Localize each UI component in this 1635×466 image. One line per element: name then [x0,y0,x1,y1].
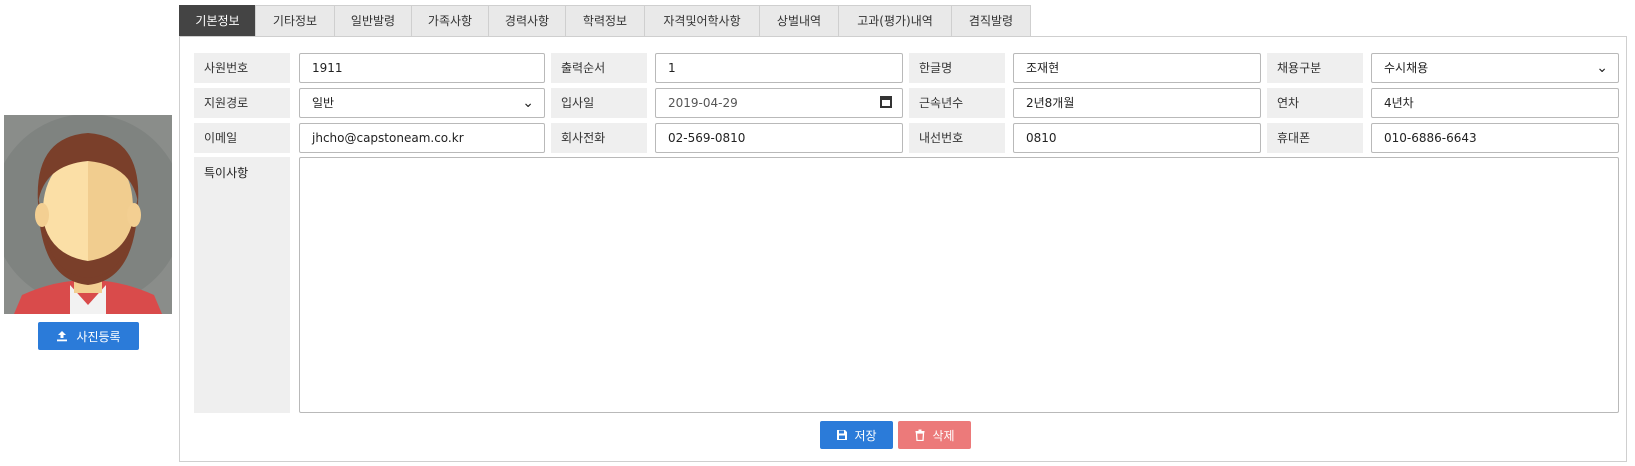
mobile-input[interactable]: 010-6886-6643 [1371,123,1619,153]
tab-concurrent-appointment[interactable]: 겸직발령 [951,5,1031,36]
kor-name-label: 한글명 [909,53,1005,83]
extension-input[interactable]: 0810 [1013,123,1261,153]
print-order-input[interactable]: 1 [655,53,903,83]
delete-button[interactable]: 삭제 [898,421,971,449]
tab-certification-language[interactable]: 자격및어학사항 [644,5,760,36]
tab-other-info[interactable]: 기타정보 [255,5,335,36]
tab-career[interactable]: 경력사항 [488,5,566,36]
email-label: 이메일 [194,123,290,153]
kor-name-input[interactable]: 조재현 [1013,53,1261,83]
remarks-textarea[interactable] [299,157,1619,413]
save-icon [837,430,848,440]
tab-basic-info[interactable]: 기본정보 [179,5,256,36]
upload-photo-label: 사진등록 [76,329,121,344]
join-date-label: 입사일 [551,88,647,118]
apply-route-select[interactable]: 일반 ⌄ [299,88,545,118]
email-input[interactable]: jhcho@capstoneam.co.kr [299,123,545,153]
chevron-down-icon: ⌄ [522,95,534,111]
avatar-icon [4,115,172,314]
apply-route-value: 일반 [312,96,335,110]
tab-education[interactable]: 학력정보 [565,5,645,36]
remarks-label: 특이사항 [194,157,290,413]
basic-info-panel: 사원번호 1911 출력순서 1 한글명 조재현 채용구분 수시채용 ⌄ 지원경… [179,36,1627,462]
upload-icon [57,331,68,342]
tenure-input[interactable]: 2년8개월 [1013,88,1261,118]
company-phone-label: 회사전화 [551,123,647,153]
tab-bar: 기본정보 기타정보 일반발령 가족사항 경력사항 학력정보 자격및어학사항 상벌… [179,4,1031,36]
join-date-input[interactable]: 2019-04-29 [655,88,903,118]
company-phone-input[interactable]: 02-569-0810 [655,123,903,153]
save-button[interactable]: 저장 [820,421,893,449]
tab-evaluation[interactable]: 고과(평가)내역 [838,5,952,36]
hire-type-label: 채용구분 [1267,53,1363,83]
hire-type-value: 수시채용 [1384,61,1429,75]
tenure-label: 근속년수 [909,88,1005,118]
apply-route-label: 지원경로 [194,88,290,118]
calendar-icon[interactable] [880,96,892,108]
upload-photo-button[interactable]: 사진등록 [38,322,139,350]
print-order-label: 출력순서 [551,53,647,83]
mobile-label: 휴대폰 [1267,123,1363,153]
year-grade-input[interactable]: 4년차 [1371,88,1619,118]
year-grade-label: 연차 [1267,88,1363,118]
chevron-down-icon: ⌄ [1596,60,1608,76]
tab-family[interactable]: 가족사항 [411,5,489,36]
emp-no-label: 사원번호 [194,53,290,83]
save-label: 저장 [854,428,877,443]
join-date-value: 2019-04-29 [668,96,738,110]
emp-no-input[interactable]: 1911 [299,53,545,83]
hire-type-select[interactable]: 수시채용 ⌄ [1371,53,1619,83]
employee-photo [4,115,172,314]
trash-icon [915,429,925,441]
delete-label: 삭제 [932,428,955,443]
tab-general-appointment[interactable]: 일반발령 [334,5,412,36]
extension-label: 내선번호 [909,123,1005,153]
tab-rewards-penalties[interactable]: 상벌내역 [759,5,839,36]
